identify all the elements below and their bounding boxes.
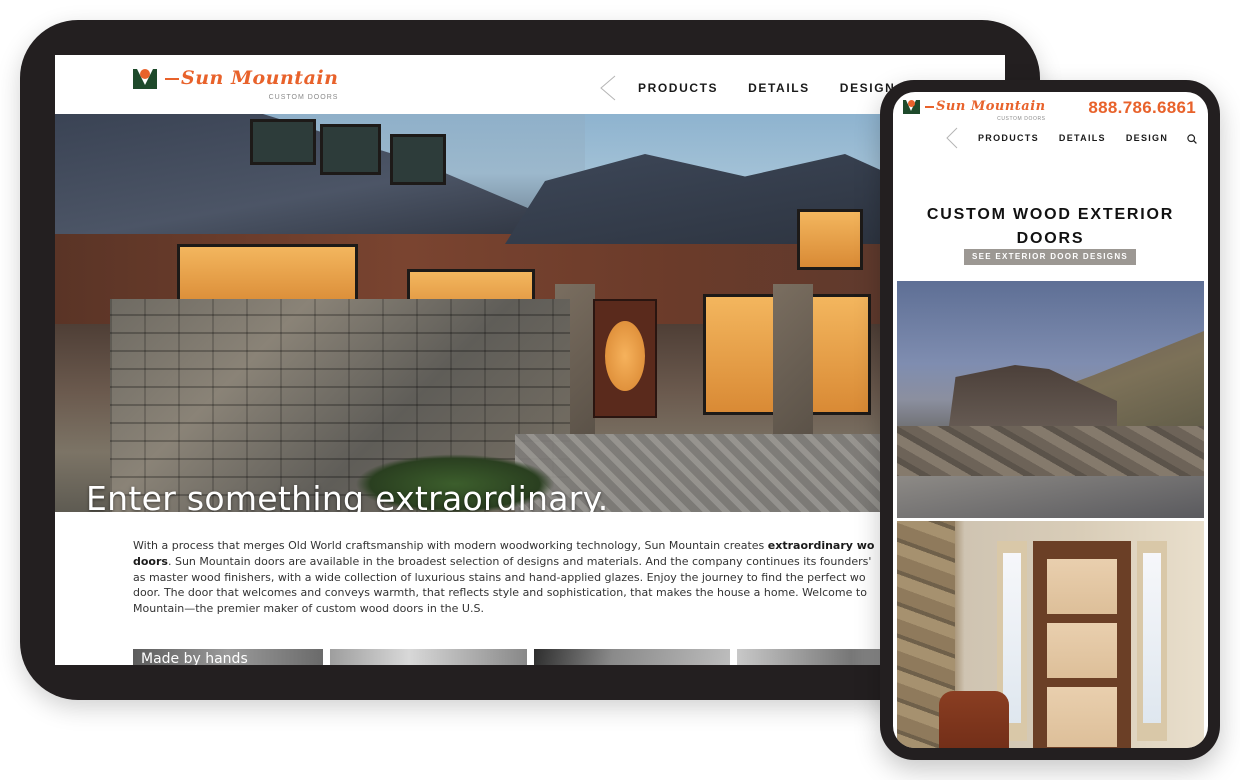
search-icon[interactable]	[1187, 134, 1197, 144]
feature-tile[interactable]	[534, 649, 730, 665]
hero-window	[797, 209, 863, 270]
nav-design[interactable]: DESIGN	[1126, 133, 1168, 143]
page-title-line: CUSTOM WOOD EXTERIOR	[926, 206, 1175, 224]
logo-mark-icon	[903, 100, 920, 114]
hero-pillar	[773, 284, 813, 434]
hero-window	[390, 134, 446, 185]
nav-products[interactable]: PRODUCTS	[638, 81, 718, 95]
hero-window	[250, 119, 316, 165]
feature-tile[interactable]	[330, 649, 527, 665]
phone-screen: Sun Mountain Custom Doors 888.786.6861 P…	[893, 92, 1208, 748]
intro-line: door. The door that welcomes and conveys…	[133, 586, 867, 600]
intro-paragraph: With a process that merges Old World cra…	[133, 538, 893, 617]
nav-details[interactable]: DETAILS	[748, 81, 810, 95]
hero-banner: Enter something extraordinary.	[55, 114, 1005, 512]
nav-products[interactable]: PRODUCTS	[978, 133, 1039, 143]
feature-tile-label: Made by hands	[141, 651, 248, 665]
logo-tagline: Custom Doors	[268, 94, 339, 101]
logo-name: Sun Mountain	[165, 69, 338, 88]
page-title: CUSTOM WOOD EXTERIOR DOORS	[893, 203, 1208, 251]
main-nav: PRODUCTS DETAILS DESIGN	[600, 75, 925, 101]
mobile-nav: PRODUCTS DETAILS DESIGN	[946, 127, 1188, 149]
intro-line: Mountain—the premier maker of custom woo…	[133, 602, 484, 616]
sun-mountain-logo[interactable]: Sun Mountain Custom Doors	[903, 100, 1046, 122]
hero-window	[703, 294, 779, 415]
hero-title: Enter something extraordinary.	[86, 479, 609, 512]
sun-mountain-logo[interactable]: Sun Mountain Custom Doors	[133, 69, 338, 101]
feature-tiles: Made by hands	[133, 649, 934, 665]
chevron-left-icon[interactable]	[600, 75, 616, 101]
phone-number-link[interactable]: 888.786.6861	[1088, 98, 1196, 118]
chevron-left-icon[interactable]	[946, 127, 958, 149]
hero-window	[805, 294, 871, 415]
intro-line: doors. Sun Mountain doors are available …	[133, 554, 872, 568]
modern-house-photo	[897, 281, 1204, 518]
site-header: Sun Mountain Custom Doors PRODUCTS DETAI…	[55, 55, 1005, 114]
logo-tagline: Custom Doors	[997, 116, 1046, 122]
entry-door-photo	[897, 521, 1204, 748]
feature-tile[interactable]: Made by hands	[133, 649, 323, 665]
intro-line: With a process that merges Old World cra…	[133, 539, 875, 552]
nav-details[interactable]: DETAILS	[1059, 133, 1106, 143]
hero-window	[320, 124, 381, 175]
see-exterior-door-designs-button[interactable]: SEE EXTERIOR DOOR DESIGNS	[964, 249, 1136, 265]
phone-device-frame: Sun Mountain Custom Doors 888.786.6861 P…	[880, 80, 1220, 760]
tablet-screen: Sun Mountain Custom Doors PRODUCTS DETAI…	[55, 55, 1005, 665]
page-title-line: DOORS	[1016, 230, 1085, 248]
hero-front-door	[593, 299, 657, 418]
intro-line: as master wood finishers, with a wide co…	[133, 570, 866, 584]
logo-mark-icon	[133, 69, 157, 89]
logo-name: Sun Mountain	[925, 100, 1046, 113]
